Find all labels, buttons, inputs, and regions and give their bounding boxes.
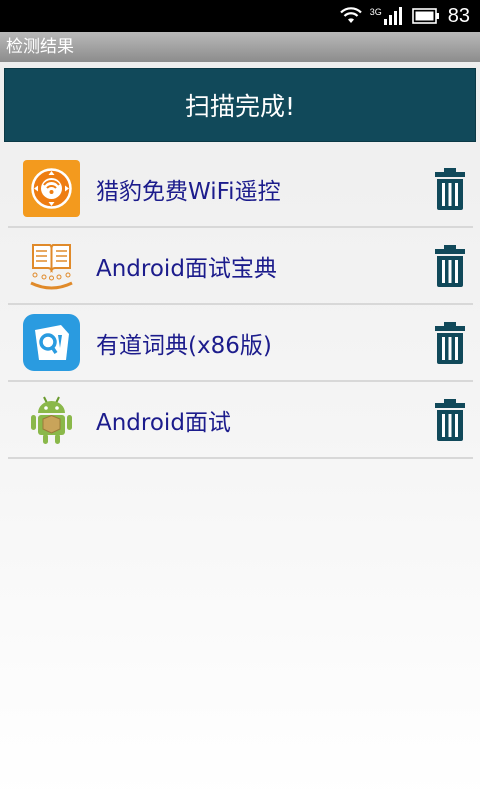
list-item[interactable]: 猎豹免费WiFi遥控 [8, 151, 473, 228]
dictionary-app-icon [23, 314, 80, 371]
title-bar: 检测结果 [0, 32, 480, 62]
android-robot-app-icon [31, 396, 72, 444]
trash-icon[interactable] [435, 244, 465, 287]
status-bar: 3G 83 [0, 0, 480, 32]
trash-icon[interactable] [435, 167, 465, 210]
banner-text: 扫描完成! [184, 92, 296, 121]
app-name: 有道词典(x86版) [96, 332, 272, 359]
list-item[interactable]: 有道词典(x86版) [8, 305, 473, 382]
list-item[interactable]: Android面试 [8, 382, 473, 459]
battery-icon [411, 8, 439, 24]
page-title: 检测结果 [6, 37, 74, 57]
trash-icon[interactable] [435, 398, 465, 441]
list-item[interactable]: Android面试宝典 [8, 228, 473, 305]
wifi-icon [339, 7, 362, 23]
main-content: 扫描完成! 猎豹免费WiFi遥控 Android面试宝典 有道词典(x86版) … [0, 62, 480, 800]
scan-complete-banner: 扫描完成! [4, 68, 476, 142]
app-list: 猎豹免费WiFi遥控 Android面试宝典 有道词典(x86版) Androi… [8, 151, 473, 459]
wifi-remote-app-icon [23, 160, 80, 217]
battery-level: 83 [447, 4, 470, 27]
network-type-label: 3G [369, 7, 382, 17]
app-name: Android面试 [96, 409, 231, 436]
trash-icon[interactable] [435, 321, 465, 364]
book-app-icon [30, 244, 73, 290]
app-name: Android面试宝典 [96, 255, 277, 282]
app-name: 猎豹免费WiFi遥控 [96, 178, 281, 205]
signal-icon [383, 7, 402, 25]
